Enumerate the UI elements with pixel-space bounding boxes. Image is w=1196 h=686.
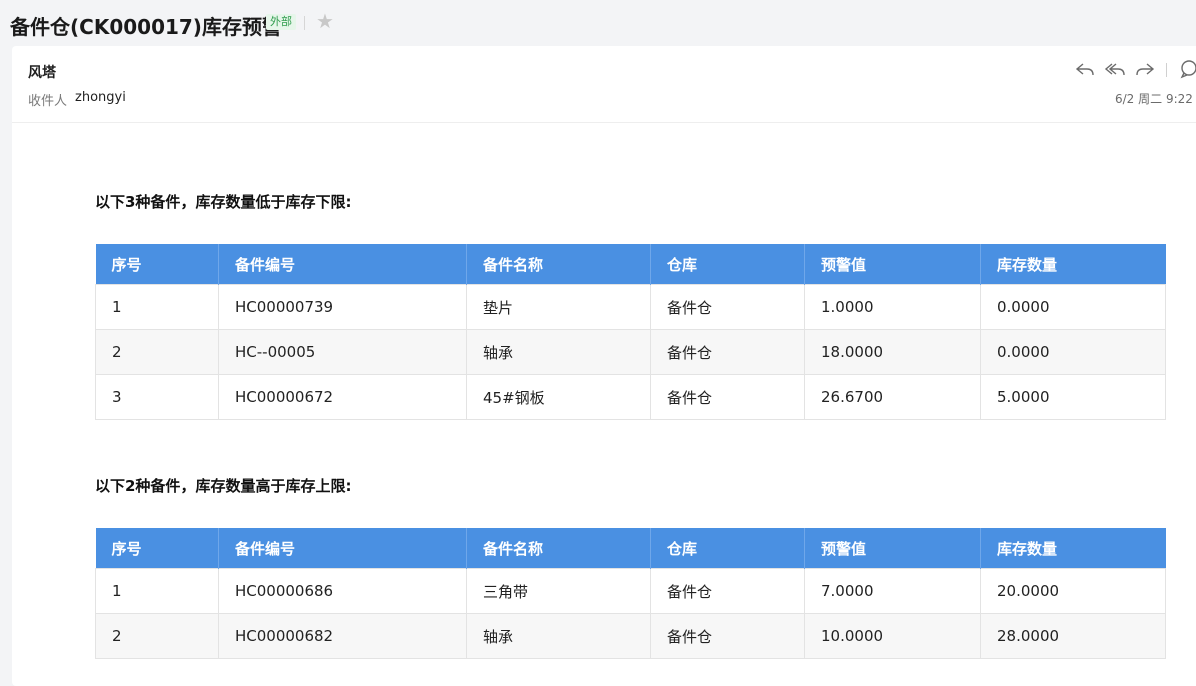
message-toolbar xyxy=(1074,58,1196,82)
forward-icon[interactable] xyxy=(1134,58,1156,80)
comment-icon[interactable] xyxy=(1178,58,1196,80)
column-header: 仓库 xyxy=(650,244,805,285)
table-cell: 备件仓 xyxy=(650,374,805,420)
table-cell: 垫片 xyxy=(466,284,651,330)
table-cell: 20.0000 xyxy=(980,568,1166,614)
table-cell: 18.0000 xyxy=(804,329,981,375)
table-row: 1 HC00000739 垫片 备件仓 1.0000 0.0000 xyxy=(95,284,1166,330)
column-header: 备件名称 xyxy=(466,244,651,285)
low-stock-table: 序号 备件编号 备件名称 仓库 预警值 库存数量 1 HC00000739 垫片… xyxy=(95,244,1166,420)
table-cell: 1.0000 xyxy=(804,284,981,330)
column-header: 预警值 xyxy=(804,528,981,569)
column-header: 序号 xyxy=(95,244,219,285)
table-cell: 轴承 xyxy=(466,613,651,659)
table-cell: 备件仓 xyxy=(650,613,805,659)
received-date: 6/2 周二 9:22 xyxy=(1115,92,1193,106)
table-cell: HC00000739 xyxy=(218,284,467,330)
table-cell: HC00000682 xyxy=(218,613,467,659)
column-header: 库存数量 xyxy=(980,244,1166,285)
toolbar-divider xyxy=(1166,63,1167,77)
table-header-row: 序号 备件编号 备件名称 仓库 预警值 库存数量 xyxy=(95,528,1166,569)
column-header: 备件编号 xyxy=(218,244,467,285)
table-cell: 5.0000 xyxy=(980,374,1166,420)
table-cell: 10.0000 xyxy=(804,613,981,659)
table-row: 3 HC00000672 45#钢板 备件仓 26.6700 5.0000 xyxy=(95,374,1166,420)
reply-all-icon[interactable] xyxy=(1104,58,1126,80)
table-cell: 1 xyxy=(95,568,219,614)
recipient-label: 收件人 xyxy=(28,94,68,109)
header-divider xyxy=(12,122,1196,123)
table-cell: 三角带 xyxy=(466,568,651,614)
column-header: 序号 xyxy=(95,528,219,569)
table-row: 1 HC00000686 三角带 备件仓 7.0000 20.0000 xyxy=(95,568,1166,614)
table-row: 2 HC00000682 轴承 备件仓 10.0000 28.0000 xyxy=(95,613,1166,659)
table-cell: 0.0000 xyxy=(980,284,1166,330)
table-cell: 2 xyxy=(95,329,219,375)
table-cell: 0.0000 xyxy=(980,329,1166,375)
table-cell: HC00000672 xyxy=(218,374,467,420)
column-header: 备件编号 xyxy=(218,528,467,569)
table-header-row: 序号 备件编号 备件名称 仓库 预警值 库存数量 xyxy=(95,244,1166,285)
table-cell: 备件仓 xyxy=(650,284,805,330)
reply-icon[interactable] xyxy=(1074,58,1096,80)
table-cell: HC00000686 xyxy=(218,568,467,614)
divider xyxy=(304,16,305,30)
low-stock-title: 以下3种备件，库存数量低于库存下限: xyxy=(95,193,352,211)
column-header: 仓库 xyxy=(650,528,805,569)
table-cell: 26.6700 xyxy=(804,374,981,420)
email-subject: 备件仓(CK000017)库存预警 xyxy=(10,15,282,39)
table-cell: HC--00005 xyxy=(218,329,467,375)
table-cell: 轴承 xyxy=(466,329,651,375)
star-icon[interactable]: ★ xyxy=(316,9,334,33)
high-stock-table: 序号 备件编号 备件名称 仓库 预警值 库存数量 1 HC00000686 三角… xyxy=(95,528,1166,659)
table-cell: 7.0000 xyxy=(804,568,981,614)
column-header: 库存数量 xyxy=(980,528,1166,569)
table-cell: 28.0000 xyxy=(980,613,1166,659)
table-cell: 3 xyxy=(95,374,219,420)
table-cell: 1 xyxy=(95,284,219,330)
column-header: 备件名称 xyxy=(466,528,651,569)
column-header: 预警值 xyxy=(804,244,981,285)
high-stock-title: 以下2种备件，库存数量高于库存上限: xyxy=(95,477,352,495)
table-cell: 备件仓 xyxy=(650,329,805,375)
sender-name[interactable]: 风塔 xyxy=(28,62,56,82)
table-cell: 45#钢板 xyxy=(466,374,651,420)
subject-bar: 备件仓(CK000017)库存预警 外部 ★ xyxy=(0,0,1196,46)
recipient-name[interactable]: zhongyi xyxy=(75,90,126,105)
table-cell: 备件仓 xyxy=(650,568,805,614)
external-tag: 外部 xyxy=(266,14,296,30)
table-cell: 2 xyxy=(95,613,219,659)
table-row: 2 HC--00005 轴承 备件仓 18.0000 0.0000 xyxy=(95,329,1166,375)
